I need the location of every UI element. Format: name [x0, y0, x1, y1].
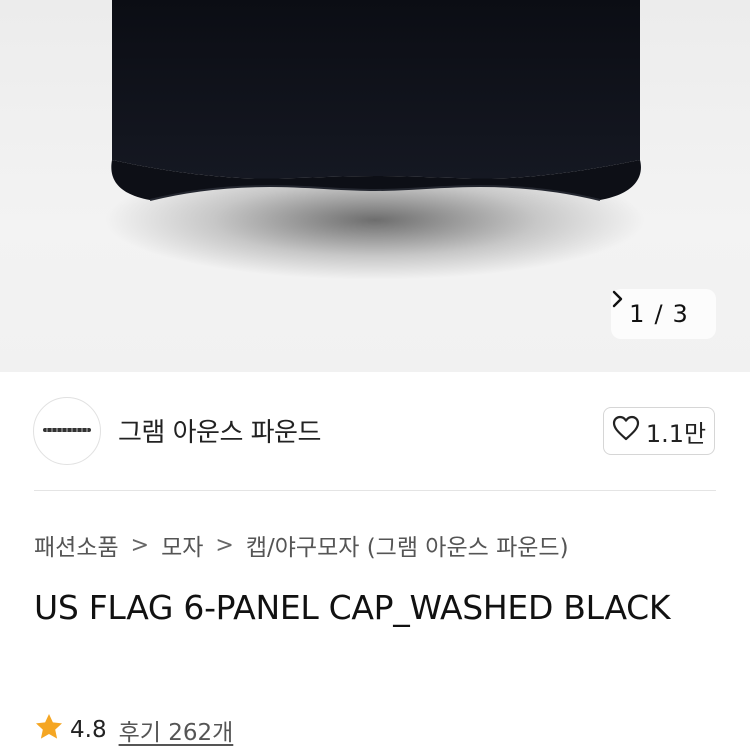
current-image-number: 1	[629, 300, 645, 328]
store-name[interactable]: 그램 아운스 파운드	[118, 412, 321, 449]
product-rating: 4.8 후기 262개	[34, 712, 233, 748]
breadcrumb-item-subcategory[interactable]: 모자	[161, 528, 203, 562]
breadcrumb-item-current[interactable]: 캡/야구모자 (그램 아운스 파운드)	[246, 528, 569, 562]
like-button[interactable]: 1.1만	[603, 407, 715, 455]
breadcrumb-item-category[interactable]: 패션소품	[34, 528, 119, 562]
counter-separator: /	[654, 300, 663, 328]
image-counter[interactable]: 1 / 3	[611, 289, 716, 339]
breadcrumb: 패션소품 > 모자 > 캡/야구모자 (그램 아운스 파운드)	[34, 528, 569, 562]
store-logo[interactable]	[33, 397, 101, 465]
section-divider	[34, 490, 716, 491]
review-count-link[interactable]: 후기 262개	[119, 713, 234, 747]
heart-outline-icon	[612, 415, 640, 447]
store-info-row: 그램 아운스 파운드 1.1만	[0, 372, 750, 490]
breadcrumb-separator-icon: >	[130, 532, 150, 558]
product-image-carousel[interactable]: 1 / 3	[0, 0, 750, 372]
like-count: 1.1만	[645, 419, 707, 448]
store-logo-mark	[43, 428, 91, 432]
star-icon	[34, 712, 64, 748]
rating-score: 4.8	[70, 717, 107, 743]
breadcrumb-separator-icon: >	[215, 532, 234, 558]
total-image-count: 3	[672, 300, 688, 328]
product-title: US FLAG 6-PANEL CAP_WASHED BLACK	[34, 588, 671, 627]
